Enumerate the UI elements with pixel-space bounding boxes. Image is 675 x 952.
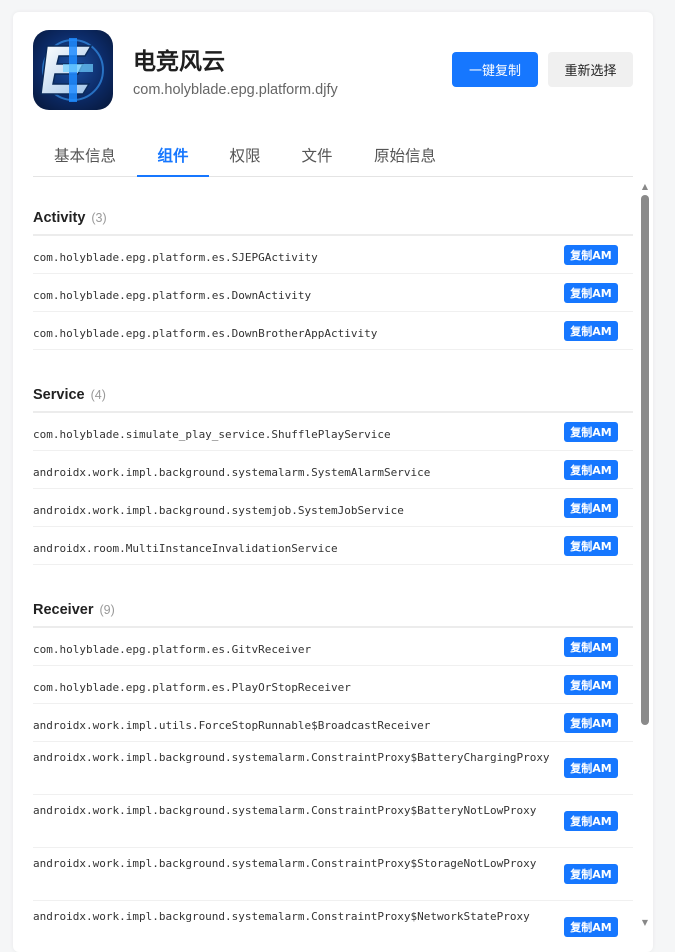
scrollbar-thumb[interactable] bbox=[641, 195, 649, 725]
component-name: com.holyblade.epg.platform.es.GitvReceiv… bbox=[33, 643, 312, 656]
list-item: androidx.work.impl.background.systemjob.… bbox=[33, 489, 633, 527]
reselect-button[interactable]: 重新选择 bbox=[548, 52, 633, 87]
component-name: com.holyblade.simulate_play_service.Shuf… bbox=[33, 428, 391, 441]
copy-am-button[interactable]: 复制AM bbox=[564, 917, 618, 937]
app-name: 电竞风云 bbox=[133, 49, 225, 75]
section-header: Receiver (9) bbox=[33, 582, 633, 628]
tab-bar: 基本信息 组件 权限 文件 原始信息 bbox=[33, 138, 633, 177]
section-activity: Activity (3) com.holyblade.epg.platform.e… bbox=[33, 190, 633, 350]
copy-am-button[interactable]: 复制AM bbox=[564, 497, 618, 518]
list-item: com.holyblade.epg.platform.es.PlayOrStop… bbox=[33, 666, 633, 704]
tab-raw-info[interactable]: 原始信息 bbox=[353, 138, 457, 177]
list-item: com.holyblade.epg.platform.es.DownActivi… bbox=[33, 274, 633, 312]
copy-am-button[interactable]: 复制AM bbox=[564, 244, 618, 265]
scroll-down-arrow-icon[interactable]: ▼ bbox=[640, 919, 650, 927]
list-item: androidx.work.impl.background.systemalar… bbox=[33, 451, 633, 489]
component-name: com.holyblade.epg.platform.es.SJEPGActiv… bbox=[33, 251, 318, 264]
component-name: androidx.room.MultiInstanceInvalidationS… bbox=[33, 542, 338, 555]
section-header: Activity (3) bbox=[33, 190, 633, 236]
copy-am-button[interactable]: 复制AM bbox=[564, 320, 618, 341]
scroll-up-arrow-icon[interactable]: ▲ bbox=[640, 183, 650, 191]
tab-files[interactable]: 文件 bbox=[281, 138, 353, 177]
copy-am-button[interactable]: 复制AM bbox=[564, 421, 618, 442]
copy-am-button[interactable]: 复制AM bbox=[564, 758, 618, 778]
section-count: (4) bbox=[90, 388, 106, 402]
app-header: 电竞风云 com.holyblade.epg.platform.djfy 一键复… bbox=[33, 30, 633, 110]
copy-am-button[interactable]: 复制AM bbox=[564, 712, 618, 733]
app-detail-card: 电竞风云 com.holyblade.epg.platform.djfy 一键复… bbox=[13, 12, 653, 952]
list-item: com.holyblade.simulate_play_service.Shuf… bbox=[33, 413, 633, 451]
section-receiver: Receiver (9) com.holyblade.epg.platform.e… bbox=[33, 582, 633, 952]
copy-am-button[interactable]: 复制AM bbox=[564, 864, 618, 884]
list-item: com.holyblade.epg.platform.es.GitvReceiv… bbox=[33, 628, 633, 666]
component-name: androidx.work.impl.utils.ForceStopRunnab… bbox=[33, 719, 431, 732]
component-name: com.holyblade.epg.platform.es.PlayOrStop… bbox=[33, 681, 351, 694]
copy-all-button[interactable]: 一键复制 bbox=[452, 52, 538, 87]
list-item: com.holyblade.epg.platform.es.DownBrothe… bbox=[33, 312, 633, 350]
component-name: androidx.work.impl.background.systemalar… bbox=[33, 910, 530, 923]
tab-permissions[interactable]: 权限 bbox=[209, 138, 281, 177]
list-item: androidx.work.impl.utils.ForceStopRunnab… bbox=[33, 704, 633, 742]
component-name: com.holyblade.epg.platform.es.DownActivi… bbox=[33, 289, 312, 302]
section-service: Service (4) com.holyblade.simulate_play_s… bbox=[33, 367, 633, 565]
copy-am-button[interactable]: 复制AM bbox=[564, 636, 618, 657]
list-item: androidx.room.MultiInstanceInvalidationS… bbox=[33, 527, 633, 565]
tab-components[interactable]: 组件 bbox=[137, 138, 209, 177]
list-item: androidx.work.impl.background.systemalar… bbox=[33, 901, 633, 952]
component-name: com.holyblade.epg.platform.es.DownBrothe… bbox=[33, 327, 378, 340]
section-header: Service (4) bbox=[33, 367, 633, 413]
section-title: Service bbox=[33, 387, 85, 403]
components-list: Activity (3) com.holyblade.epg.platform.e… bbox=[33, 190, 633, 952]
component-name: androidx.work.impl.background.systemalar… bbox=[33, 751, 550, 764]
tab-basic-info[interactable]: 基本信息 bbox=[33, 138, 137, 177]
section-count: (3) bbox=[91, 211, 107, 225]
component-name: androidx.work.impl.background.systemalar… bbox=[33, 466, 431, 479]
vertical-scrollbar[interactable]: ▲ ▼ bbox=[639, 183, 651, 927]
list-item: androidx.work.impl.background.systemalar… bbox=[33, 742, 633, 795]
component-name: androidx.work.impl.background.systemalar… bbox=[33, 804, 537, 817]
list-item: com.holyblade.epg.platform.es.SJEPGActiv… bbox=[33, 236, 633, 274]
component-name: androidx.work.impl.background.systemjob.… bbox=[33, 504, 404, 517]
copy-am-button[interactable]: 复制AM bbox=[564, 674, 618, 695]
app-logo-icon bbox=[33, 30, 113, 110]
app-package-name: com.holyblade.epg.platform.djfy bbox=[133, 82, 338, 98]
list-item: androidx.work.impl.background.systemalar… bbox=[33, 795, 633, 848]
section-title: Receiver bbox=[33, 602, 94, 618]
section-title: Activity bbox=[33, 210, 86, 226]
copy-am-button[interactable]: 复制AM bbox=[564, 535, 618, 556]
component-name: androidx.work.impl.background.systemalar… bbox=[33, 857, 537, 870]
copy-am-button[interactable]: 复制AM bbox=[564, 811, 618, 831]
list-item: androidx.work.impl.background.systemalar… bbox=[33, 848, 633, 901]
copy-am-button[interactable]: 复制AM bbox=[564, 459, 618, 480]
copy-am-button[interactable]: 复制AM bbox=[564, 282, 618, 303]
section-count: (9) bbox=[99, 603, 115, 617]
